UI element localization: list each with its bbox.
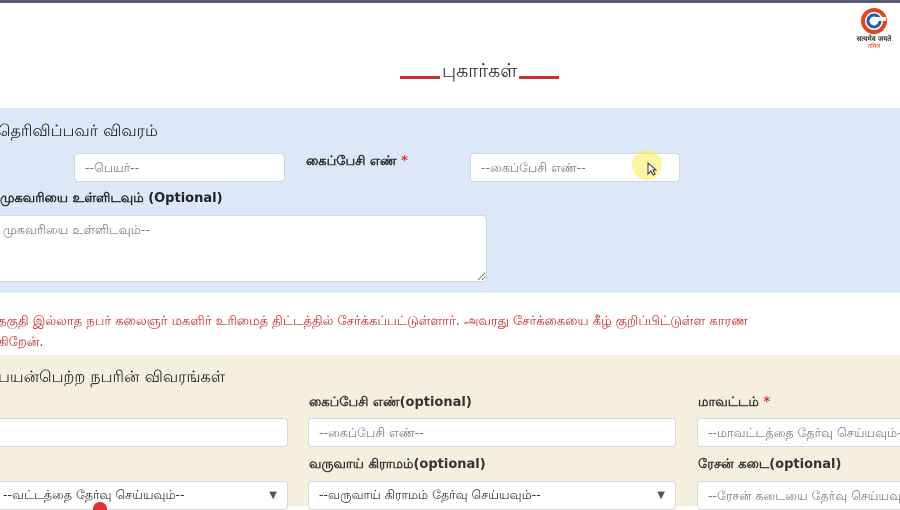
notice-line-1: தகுதி இல்லாத நபர் கலைஞர் மகளிர் உரிமைத் … — [0, 314, 748, 329]
page-title-text: புகார்கள் — [442, 60, 518, 82]
district-label: மாவட்டம் * — [698, 395, 770, 411]
chevron-down-icon: ▼ — [269, 490, 277, 501]
beneficiary-name-input[interactable] — [0, 418, 288, 447]
beneficiary-mobile-label: கைப்பேசி எண்(optional) — [309, 395, 472, 410]
brand-logo: सत्यमेव जयते तमिल — [852, 8, 896, 52]
village-select-value: --வருவாய் கிராமம் தேர்வு செய்யவும்-- — [319, 487, 541, 502]
beneficiary-mobile-input[interactable] — [308, 418, 676, 447]
top-border — [0, 0, 900, 3]
title-underline-right — [519, 76, 560, 79]
district-label-text: மாவட்டம் — [698, 395, 759, 410]
title-underline-left — [400, 76, 440, 79]
district-select[interactable] — [697, 418, 900, 447]
mobile-label: கைப்பேசி எண் * — [306, 154, 408, 170]
village-label: வருவாய் கிராமம்(optional) — [309, 457, 486, 472]
required-marker: * — [401, 154, 408, 169]
required-marker: * — [763, 395, 771, 410]
taluk-select-value: --வட்டத்தை தேர்வு செய்யவும்-- — [3, 487, 185, 502]
eligibility-notice: தகுதி இல்லாத நபர் கலைஞர் மகளிர் உரிமைத் … — [0, 311, 898, 353]
page-title: புகார்கள் — [400, 60, 560, 85]
address-textarea[interactable] — [0, 215, 487, 282]
logo-icon — [861, 8, 887, 34]
mobile-label-text: கைப்பேசி எண் — [306, 154, 397, 169]
beneficiary-heading: பயன்பெற்ற நபரின் விவரங்கள் — [0, 367, 226, 386]
mouse-cursor-icon — [647, 162, 657, 176]
notice-line-2: கிறேன். — [0, 335, 44, 350]
address-label: முகவரியை உள்ளிடவும் (Optional) — [0, 191, 223, 206]
chevron-down-icon: ▼ — [657, 490, 665, 501]
cursor-highlight — [632, 150, 662, 180]
ration-shop-label: ரேசன் கடை(optional) — [698, 457, 842, 472]
name-input[interactable] — [74, 153, 285, 182]
marker-dot — [93, 502, 107, 510]
informant-heading: தெரிவிப்பவர் விவரம் — [0, 121, 158, 140]
logo-text-top: सत्यमेव जयते — [856, 35, 892, 43]
logo-text-bottom: तमिल — [867, 43, 881, 50]
